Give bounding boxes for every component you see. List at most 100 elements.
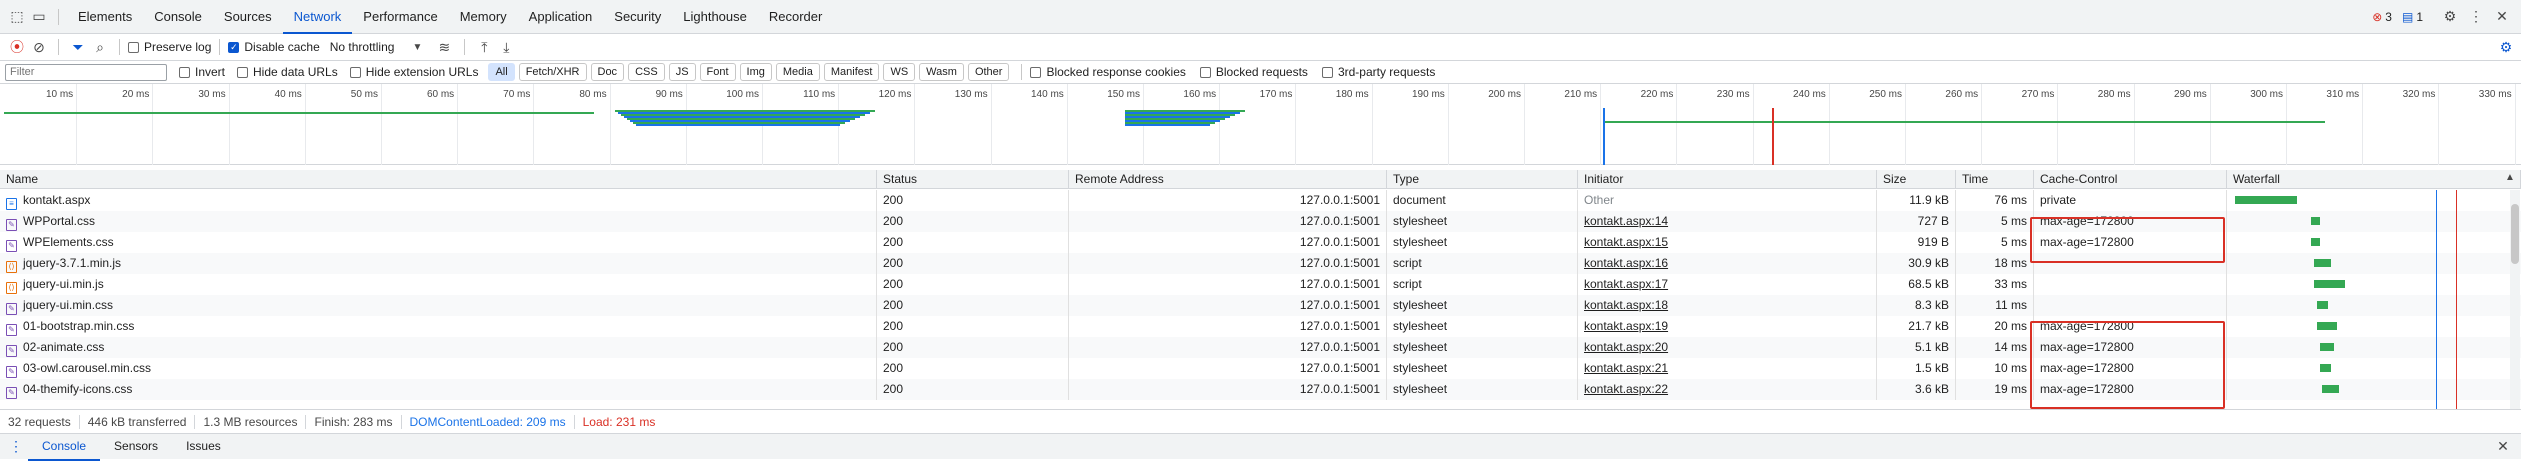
waterfall-bar[interactable] <box>2311 217 2320 225</box>
error-count-icon[interactable]: ⊗ <box>2372 10 2382 24</box>
cell-initiator[interactable]: kontakt.aspx:18 <box>1578 295 1877 316</box>
tab-sources[interactable]: Sources <box>213 0 283 34</box>
column-header-name[interactable]: Name <box>0 170 877 189</box>
document-file-icon: ≡ <box>6 198 17 210</box>
more-options-icon[interactable]: ⋮ <box>2463 8 2489 25</box>
cell-remote: 127.0.0.1:5001 <box>1069 295 1387 316</box>
settings-gear-icon[interactable]: ⚙ <box>2437 8 2463 25</box>
network-overview-timeline[interactable]: 10 ms 20 ms 30 ms 40 ms 50 ms 60 ms 70 ms 80 ms… <box>0 84 2521 165</box>
column-header-type[interactable]: Type <box>1387 170 1578 189</box>
drawer-tab-console[interactable]: Console <box>28 433 101 461</box>
waterfall-bar[interactable] <box>2322 385 2340 393</box>
cell-initiator[interactable]: kontakt.aspx:17 <box>1578 274 1877 295</box>
column-header-size[interactable]: Size <box>1877 170 1956 189</box>
close-drawer-icon[interactable]: ✕ <box>2491 438 2515 455</box>
hide-extension-urls-checkbox[interactable]: Hide extension URLs <box>349 65 478 79</box>
overview-gridline <box>1524 84 1525 165</box>
tab-elements[interactable]: Elements <box>67 0 143 34</box>
clear-icon[interactable]: ⊘ <box>28 39 50 56</box>
import-har-icon[interactable]: ⤒ <box>473 39 495 56</box>
tab-network[interactable]: Network <box>282 0 353 34</box>
hide-data-urls-checkbox[interactable]: Hide data URLs <box>237 65 338 79</box>
tab-security[interactable]: Security <box>603 0 672 34</box>
cell-initiator[interactable]: kontakt.aspx:22 <box>1578 379 1877 400</box>
drawer-menu-icon[interactable]: ⋮ <box>4 438 28 455</box>
third-party-checkbox[interactable]: 3rd-party requests <box>1321 65 1435 79</box>
waterfall-bar[interactable] <box>2316 322 2337 330</box>
search-icon[interactable]: ⌕ <box>89 39 111 56</box>
scrollbar-thumb[interactable] <box>2511 204 2519 264</box>
drawer-tab-sensors[interactable]: Sensors <box>100 433 172 461</box>
tab-application[interactable]: Application <box>518 0 604 34</box>
export-har-icon[interactable]: ⤓ <box>495 39 517 56</box>
type-filter-other[interactable]: Other <box>967 63 1010 81</box>
cell-initiator[interactable]: kontakt.aspx:14 <box>1578 211 1877 232</box>
cell-initiator[interactable]: kontakt.aspx:20 <box>1578 337 1877 358</box>
tab-recorder[interactable]: Recorder <box>758 0 833 34</box>
inspect-element-icon[interactable]: ⬚ <box>6 8 28 25</box>
type-filter-wasm[interactable]: Wasm <box>919 63 964 81</box>
column-header-initiator[interactable]: Initiator <box>1578 170 1877 189</box>
preserve-log-checkbox[interactable]: Preserve log <box>128 40 211 54</box>
cell-type: script <box>1387 253 1578 274</box>
type-filter-fetch-xhr[interactable]: Fetch/XHR <box>518 63 587 81</box>
error-count[interactable]: 3 <box>2385 10 2392 24</box>
waterfall-bar[interactable] <box>2319 364 2331 372</box>
preserve-log-label: Preserve log <box>144 40 212 54</box>
tab-performance[interactable]: Performance <box>352 0 448 34</box>
blocked-requests-checkbox[interactable]: Blocked requests <box>1199 65 1308 79</box>
message-count[interactable]: 1 <box>2416 10 2423 24</box>
cell-type: stylesheet <box>1387 232 1578 253</box>
waterfall-bar[interactable] <box>2316 301 2329 309</box>
type-filter-manifest[interactable]: Manifest <box>823 63 880 81</box>
type-filter-ws[interactable]: WS <box>883 63 916 81</box>
close-devtools-icon[interactable]: ✕ <box>2489 8 2515 25</box>
waterfall-bar[interactable] <box>2311 238 2320 246</box>
type-filter-css[interactable]: CSS <box>628 63 665 81</box>
type-filter-media[interactable]: Media <box>775 63 820 81</box>
type-filter-img[interactable]: Img <box>739 63 772 81</box>
blocked-cookies-checkbox[interactable]: Blocked response cookies <box>1030 65 1186 79</box>
device-toolbar-icon[interactable]: ▭ <box>28 8 50 25</box>
drawer-tab-issues[interactable]: Issues <box>172 433 235 461</box>
stylesheet-file-icon: ✎ <box>6 324 17 336</box>
message-count-icon[interactable]: ▤ <box>2402 10 2413 24</box>
cell-initiator[interactable]: kontakt.aspx:15 <box>1578 232 1877 253</box>
cell-initiator[interactable]: kontakt.aspx:19 <box>1578 316 1877 337</box>
type-filter-js[interactable]: JS <box>668 63 696 81</box>
tab-memory[interactable]: Memory <box>449 0 518 34</box>
type-filter-font[interactable]: Font <box>699 63 736 81</box>
network-settings-icon[interactable]: ⚙ <box>2495 39 2517 56</box>
tab-lighthouse[interactable]: Lighthouse <box>672 0 758 34</box>
waterfall-bar[interactable] <box>2319 343 2334 351</box>
throttling-select[interactable]: No throttling <box>330 40 395 54</box>
type-filter-all[interactable]: All <box>488 63 515 81</box>
cell-status: 200 <box>877 190 1069 211</box>
filter-icon[interactable]: ⏷ <box>67 39 89 56</box>
invert-checkbox[interactable]: Invert <box>179 65 225 79</box>
type-filter-doc[interactable]: Doc <box>590 63 625 81</box>
network-conditions-icon[interactable]: ≋ <box>432 39 456 56</box>
waterfall-bar[interactable] <box>2313 280 2345 288</box>
overview-gridline <box>2514 84 2516 165</box>
column-header-time[interactable]: Time <box>1956 170 2034 189</box>
column-header-cache-control[interactable]: Cache-Control <box>2034 170 2227 189</box>
column-header-waterfall[interactable]: Waterfall <box>2227 170 2521 189</box>
column-header-remote-address[interactable]: Remote Address <box>1069 170 1387 189</box>
transferred-size: 446 kB transferred <box>80 414 196 429</box>
record-icon[interactable]: ⦿ <box>6 37 28 57</box>
column-header-status[interactable]: Status <box>877 170 1069 189</box>
waterfall-bar[interactable] <box>2235 196 2298 204</box>
cell-initiator[interactable]: kontakt.aspx:21 <box>1578 358 1877 379</box>
finish-time: Finish: 283 ms <box>306 414 402 429</box>
cell-initiator[interactable]: kontakt.aspx:16 <box>1578 253 1877 274</box>
overview-tick-label: 80 ms <box>579 89 607 100</box>
sort-ascending-icon[interactable]: ▲ <box>2505 172 2515 183</box>
cell-time: 5 ms <box>1956 232 2034 253</box>
tab-console[interactable]: Console <box>143 0 213 34</box>
filter-input[interactable] <box>5 63 167 81</box>
chevron-down-icon[interactable]: ▼ <box>412 42 422 53</box>
waterfall-bar[interactable] <box>2313 259 2331 267</box>
disable-cache-checkbox[interactable]: ✓ Disable cache <box>228 40 320 54</box>
overview-gridline <box>1447 84 1449 165</box>
